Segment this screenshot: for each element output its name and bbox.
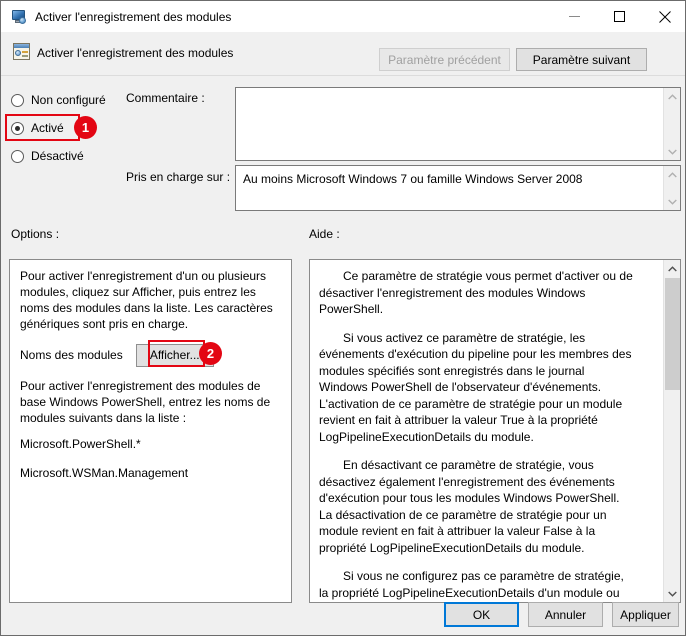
supported-on-value: Au moins Microsoft Windows 7 ou famille … xyxy=(243,172,583,186)
help-paragraph: En désactivant ce paramètre de stratégie… xyxy=(319,458,620,555)
radio-enabled-label: Activé xyxy=(31,121,64,135)
comment-textarea[interactable] xyxy=(235,87,681,161)
help-paragraph: Si vous ne configurez pas ce paramètre d… xyxy=(319,569,624,600)
minimize-button[interactable] xyxy=(552,1,597,32)
window-controls xyxy=(552,1,685,32)
module-names-row: Noms des modules Afficher... xyxy=(20,342,281,368)
supported-on-scrollbar[interactable] xyxy=(663,166,680,210)
previous-setting-button[interactable]: Paramètre précédent xyxy=(379,48,510,71)
ok-button[interactable]: OK xyxy=(444,602,519,627)
scroll-up-icon[interactable] xyxy=(664,166,681,183)
setting-name: Activer l'enregistrement des modules xyxy=(37,46,234,60)
close-button[interactable] xyxy=(642,1,685,32)
help-paragraph: Ce paramètre de stratégie vous permet d'… xyxy=(319,269,633,316)
apply-button[interactable]: Appliquer xyxy=(612,602,679,627)
radio-disabled[interactable]: Désactivé xyxy=(11,147,84,165)
help-scrollbar[interactable] xyxy=(663,260,680,602)
radio-enabled[interactable]: Activé xyxy=(11,119,64,137)
scroll-down-icon[interactable] xyxy=(664,193,681,210)
options-intro-text: Pour activer l'enregistrement d'un ou pl… xyxy=(20,269,273,331)
options-base-modules-text: Pour activer l'enregistrement des module… xyxy=(20,379,271,425)
computer-monitor-icon xyxy=(11,9,27,25)
help-panel: Ce paramètre de stratégie vous permet d'… xyxy=(309,259,681,603)
radio-disabled-label: Désactivé xyxy=(31,149,84,163)
help-label: Aide : xyxy=(309,227,340,241)
module-name-item: Microsoft.PowerShell.* xyxy=(20,437,141,451)
comment-scrollbar[interactable] xyxy=(663,88,680,160)
scroll-down-icon[interactable] xyxy=(664,143,681,160)
next-setting-button[interactable]: Paramètre suivant xyxy=(516,48,647,71)
scroll-up-icon[interactable] xyxy=(664,260,680,277)
window-title: Activer l'enregistrement des modules xyxy=(35,9,232,24)
comment-label: Commentaire : xyxy=(126,91,205,105)
help-scrollbar-thumb[interactable] xyxy=(665,278,680,390)
radio-not-configured[interactable]: Non configuré xyxy=(11,91,106,109)
maximize-button[interactable] xyxy=(597,1,642,32)
radio-disabled-mark xyxy=(11,149,24,163)
scroll-up-icon[interactable] xyxy=(664,88,681,105)
supported-on-field[interactable]: Au moins Microsoft Windows 7 ou famille … xyxy=(235,165,681,211)
help-paragraph: Si vous activez ce paramètre de stratégi… xyxy=(319,330,632,444)
options-label: Options : xyxy=(11,227,60,241)
group-policy-setting-icon xyxy=(13,43,30,60)
module-names-label: Noms des modules xyxy=(20,348,123,362)
title-bar: Activer l'enregistrement des modules xyxy=(1,1,685,32)
group-policy-setting-dialog: Activer l'enregistrement des modules Act… xyxy=(0,0,686,636)
cancel-button[interactable]: Annuler xyxy=(528,602,603,627)
radio-enabled-mark xyxy=(11,121,24,135)
radio-not-configured-mark xyxy=(11,93,24,107)
annotation-badge-1: 1 xyxy=(74,116,97,139)
scroll-down-icon[interactable] xyxy=(664,585,680,602)
radio-not-configured-label: Non configuré xyxy=(31,93,106,107)
module-name-item: Microsoft.WSMan.Management xyxy=(20,466,189,480)
supported-on-label: Pris en charge sur : xyxy=(126,170,231,184)
options-panel: Pour activer l'enregistrement d'un ou pl… xyxy=(9,259,292,603)
show-button[interactable]: Afficher... xyxy=(135,343,214,367)
